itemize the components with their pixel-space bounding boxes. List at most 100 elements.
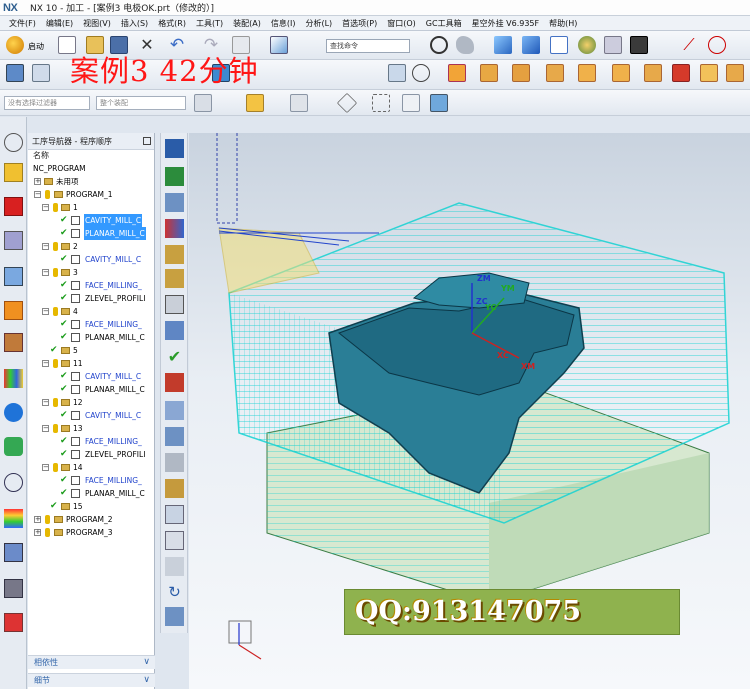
operation-icon-9[interactable]	[700, 64, 718, 82]
start-icon[interactable]	[6, 36, 24, 54]
tree-group-14[interactable]: − 14	[28, 461, 155, 474]
snap-icon-4[interactable]	[402, 94, 420, 112]
manufacturing-wizard-icon[interactable]	[4, 579, 23, 598]
web-browser-icon[interactable]	[4, 403, 23, 422]
operation-icon-3[interactable]	[512, 64, 530, 82]
tree-unused[interactable]: + 未用项	[28, 175, 155, 188]
replay-icon[interactable]	[165, 373, 184, 392]
start-button-label[interactable]: 启动	[28, 41, 44, 52]
tree-op-planar-14[interactable]: ✔ PLANAR_MILL_C	[28, 487, 155, 500]
tree-op-cavity-11[interactable]: ✔ CAVITY_MILL_C	[28, 370, 155, 383]
collapse-icon[interactable]: −	[42, 464, 49, 471]
hd3d-icon[interactable]	[4, 333, 23, 352]
tree-group-11[interactable]: − 11	[28, 357, 155, 370]
collapse-icon[interactable]: −	[42, 425, 49, 432]
verify-check-icon[interactable]: ✔	[165, 347, 184, 366]
clock-icon[interactable]	[412, 64, 430, 82]
collapse-icon[interactable]: −	[42, 243, 49, 250]
menu-assembly[interactable]: 装配(A)	[228, 18, 266, 29]
expand-icon[interactable]: +	[34, 529, 41, 536]
tree-group-15[interactable]: ✔ 15	[28, 500, 155, 513]
tree-group-12[interactable]: − 12	[28, 396, 155, 409]
menu-file[interactable]: 文件(F)	[4, 18, 41, 29]
operation-icon-2[interactable]	[480, 64, 498, 82]
reuse-library-icon[interactable]	[4, 301, 23, 320]
expand-icon[interactable]: +	[34, 516, 41, 523]
tree-op-planar-4[interactable]: ✔ PLANAR_MILL_C	[28, 331, 155, 344]
menu-window[interactable]: 窗口(O)	[382, 18, 421, 29]
verify-icon[interactable]	[388, 64, 406, 82]
layer-icon[interactable]	[604, 36, 622, 54]
settings-icon[interactable]	[4, 133, 23, 152]
operation-icon-4[interactable]	[546, 64, 564, 82]
generate-toolpath-icon[interactable]	[165, 295, 184, 314]
collapse-icon[interactable]: −	[42, 360, 49, 367]
tree-group-2[interactable]: − 2	[28, 240, 155, 253]
tree-program-3[interactable]: + PROGRAM_3	[28, 526, 155, 539]
create-geometry-icon[interactable]	[165, 193, 184, 212]
snap-icon-5[interactable]	[430, 94, 448, 112]
machine-tool-icon[interactable]	[4, 197, 23, 216]
globe-icon[interactable]	[578, 36, 596, 54]
tree-op-cavity-12[interactable]: ✔ CAVITY_MILL_C	[28, 409, 155, 422]
zoom-icon[interactable]	[430, 36, 448, 54]
collapse-icon[interactable]: −	[42, 308, 49, 315]
tree-op-zlevel-3[interactable]: ✔ ZLEVEL_PROFILI	[28, 292, 155, 305]
simulate-icon[interactable]	[165, 427, 184, 446]
snap-icon-1[interactable]	[290, 94, 308, 112]
name-icon[interactable]	[165, 607, 184, 626]
background-icon[interactable]	[630, 36, 648, 54]
collapse-icon[interactable]: −	[42, 269, 49, 276]
menu-view[interactable]: 视图(V)	[78, 18, 116, 29]
post-process-icon[interactable]	[165, 479, 184, 498]
refresh-icon[interactable]: ↻	[165, 583, 184, 602]
roles-icon[interactable]	[4, 613, 23, 632]
tree-root[interactable]: NC_PROGRAM	[28, 162, 155, 175]
process-studio-icon[interactable]	[4, 543, 23, 562]
tree-op-cavity-1[interactable]: ✔ CAVITY_MILL_C	[28, 214, 155, 227]
tree-program-2[interactable]: + PROGRAM_2	[28, 513, 155, 526]
assembly-navigator-icon[interactable]	[4, 231, 23, 250]
rename-icon[interactable]	[165, 321, 184, 340]
dependency-panel-toggle[interactable]: 相依性 ∨	[28, 655, 155, 669]
view-iso-icon[interactable]	[522, 36, 540, 54]
grid-icon[interactable]	[165, 531, 184, 550]
view-cube-icon[interactable]	[494, 36, 512, 54]
command-search-input[interactable]: 查找命令	[326, 39, 410, 53]
line-icon[interactable]: ⟋	[680, 36, 698, 54]
tree-op-planar-11[interactable]: ✔ PLANAR_MILL_C	[28, 383, 155, 396]
menu-preferences[interactable]: 首选项(P)	[337, 18, 382, 29]
tree-op-face-14[interactable]: ✔ FACE_MILLING_	[28, 474, 155, 487]
tree-group-3[interactable]: − 3	[28, 266, 155, 279]
pin-icon[interactable]	[143, 137, 151, 145]
menu-gc-toolbox[interactable]: GC工具箱	[421, 18, 467, 29]
part-navigator-icon[interactable]	[4, 267, 23, 286]
tool-holder-icon[interactable]	[165, 269, 184, 288]
tree-group-13[interactable]: − 13	[28, 422, 155, 435]
operation-icon-6[interactable]	[612, 64, 630, 82]
circle-icon[interactable]	[708, 36, 726, 54]
menu-info[interactable]: 信息(I)	[266, 18, 301, 29]
tree-group-4[interactable]: − 4	[28, 305, 155, 318]
details-panel-toggle[interactable]: 细节 ∨	[28, 673, 155, 687]
history-icon[interactable]	[4, 437, 23, 456]
menu-edit[interactable]: 编辑(E)	[41, 18, 78, 29]
collapse-icon[interactable]: −	[42, 399, 49, 406]
operation-icon-7[interactable]	[644, 64, 662, 82]
tree-group-1[interactable]: − 1	[28, 201, 155, 214]
operation-icon-10[interactable]	[726, 64, 744, 82]
list-icon[interactable]	[165, 401, 184, 420]
operation-icon-1[interactable]	[448, 64, 466, 82]
filter-icon-2[interactable]	[246, 94, 264, 112]
shaded-icon[interactable]	[456, 36, 474, 54]
tree-op-zlevel-13[interactable]: ✔ ZLEVEL_PROFILI	[28, 448, 155, 461]
expand-icon[interactable]: +	[34, 178, 41, 185]
palette-icon[interactable]	[4, 369, 23, 388]
menu-format[interactable]: 格式(R)	[153, 18, 191, 29]
operation-navigator-icon[interactable]	[4, 163, 23, 182]
system-materials-icon[interactable]	[4, 509, 23, 528]
collapse-icon[interactable]: −	[42, 204, 49, 211]
selection-filter-dropdown[interactable]: 没有选择过滤器	[4, 96, 90, 110]
clock-navigator-icon[interactable]	[4, 473, 23, 492]
graphics-viewport[interactable]: ZM ZC YM YC XC XM QQ:913147075	[189, 133, 750, 689]
